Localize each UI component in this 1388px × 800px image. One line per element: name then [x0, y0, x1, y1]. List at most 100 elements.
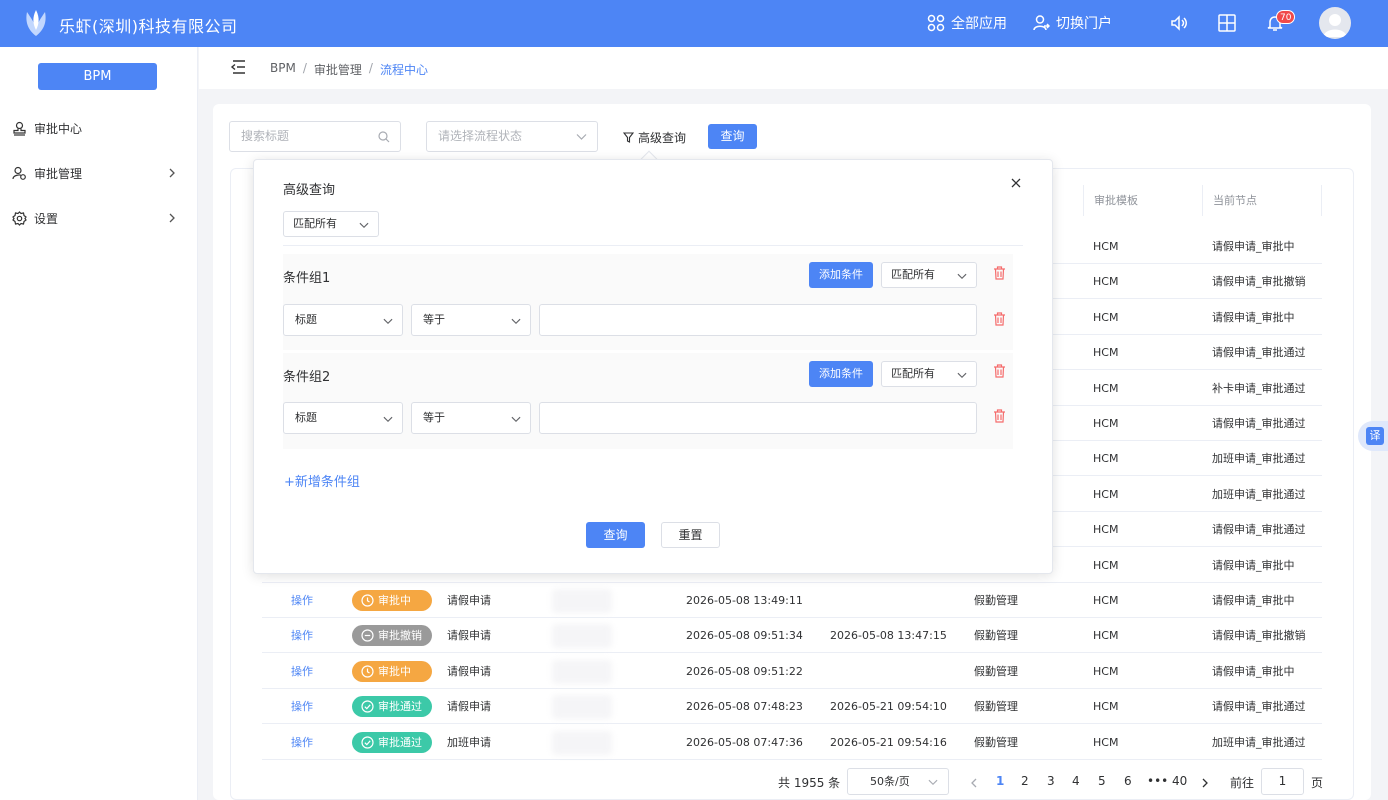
condition-group-title: 条件组2	[283, 370, 331, 385]
cell-node: 加班申请_审批通过	[1212, 487, 1306, 501]
minus-circle-icon	[361, 629, 374, 642]
cell-type: 请假申请	[447, 594, 491, 607]
blurred-initiator	[552, 624, 612, 649]
collapse-menu-icon[interactable]	[230, 59, 246, 75]
cell-template: HCM	[1093, 381, 1119, 395]
query-button[interactable]: 查询	[708, 124, 757, 149]
page-number[interactable]: 1	[996, 774, 1004, 788]
page-number[interactable]: 5	[1098, 774, 1106, 788]
cell-node: 请假申请_审批中	[1212, 558, 1295, 572]
breadcrumb-separator: /	[302, 61, 307, 75]
prev-page-icon[interactable]	[970, 778, 978, 788]
page-number[interactable]: 6	[1124, 774, 1132, 788]
add-condition-button[interactable]: 添加条件	[809, 361, 873, 387]
condition-value-input[interactable]	[539, 402, 977, 434]
sidebar-item-approval-management[interactable]: 审批管理	[0, 158, 198, 188]
popup-query-button[interactable]: 查询	[586, 522, 645, 548]
operate-link[interactable]: 操作	[291, 725, 313, 760]
sidebar-item-approval-center[interactable]: 审批中心	[0, 113, 198, 143]
check-circle-icon	[361, 700, 374, 713]
advanced-query-toggle[interactable]: 高级查询	[623, 129, 686, 146]
page-number[interactable]: 4	[1072, 774, 1080, 788]
user-gear-icon	[12, 166, 26, 180]
delete-condition-icon[interactable]	[993, 409, 1006, 423]
all-apps-button[interactable]: 全部应用	[927, 13, 1007, 33]
page-size-select[interactable]: 50条/页	[847, 768, 949, 795]
delete-group-icon[interactable]	[993, 364, 1006, 378]
condition-field-label: 标题	[295, 313, 317, 326]
status-select[interactable]: 请选择流程状态	[426, 121, 598, 152]
status-label: 审批通过	[378, 735, 422, 749]
clock-icon	[361, 665, 374, 678]
cell-end-time: 2026-05-08 13:47:15	[830, 629, 947, 643]
group-match-select[interactable]: 匹配所有	[881, 361, 977, 387]
cell-template: HCM	[1093, 735, 1119, 749]
global-match-select[interactable]: 匹配所有	[283, 211, 379, 237]
condition-operator-select[interactable]: 等于	[411, 402, 531, 434]
chevron-down-icon	[511, 318, 521, 325]
bpm-app-button[interactable]: BPM	[38, 63, 157, 90]
cell-template: HCM	[1093, 240, 1119, 253]
switch-portal-button[interactable]: 切换门户	[1032, 13, 1112, 33]
avatar[interactable]	[1319, 7, 1351, 39]
cell-template: HCM	[1093, 523, 1119, 537]
page-number[interactable]: 3	[1047, 774, 1055, 788]
cell-node: 请假申请_审批通过	[1212, 700, 1306, 714]
operate-link[interactable]: 操作	[291, 689, 313, 724]
group-match-select[interactable]: 匹配所有	[881, 262, 977, 288]
condition-value-input[interactable]	[539, 304, 977, 336]
status-select-placeholder: 请选择流程状态	[438, 129, 523, 143]
add-condition-group-link[interactable]: +新增条件组	[284, 471, 360, 490]
chevron-down-icon	[928, 779, 938, 786]
page-number[interactable]: •••	[1147, 774, 1168, 788]
operate-link[interactable]: 操作	[291, 654, 313, 689]
volume-icon[interactable]	[1170, 14, 1188, 32]
cell-category: 假勤管理	[974, 664, 1018, 678]
add-condition-button[interactable]: 添加条件	[809, 262, 873, 288]
layout-icon[interactable]	[1218, 14, 1236, 32]
operate-link[interactable]: 操作	[291, 618, 313, 653]
condition-field-select[interactable]: 标题	[283, 304, 403, 336]
divider	[283, 245, 1023, 246]
cell-end-time: 2026-05-21 09:54:10	[830, 700, 947, 714]
chevron-down-icon	[383, 416, 393, 423]
chevron-right-icon	[169, 168, 175, 178]
operate-link[interactable]: 操作	[291, 583, 313, 618]
delete-group-icon[interactable]	[993, 266, 1006, 280]
page-number[interactable]: 2	[1021, 774, 1029, 788]
page-size-label: 50条/页	[870, 775, 910, 788]
cell-category: 假勤管理	[974, 629, 1018, 643]
chevron-down-icon	[359, 222, 369, 229]
delete-condition-icon[interactable]	[993, 312, 1006, 326]
cell-start-time: 2026-05-08 13:49:11	[686, 594, 803, 607]
status-label: 审批中	[378, 664, 411, 678]
popup-reset-button[interactable]: 重置	[661, 522, 720, 548]
cell-type: 加班申请	[447, 735, 491, 749]
cell-node: 请假申请_审批中	[1212, 664, 1295, 678]
breadcrumb-item[interactable]: BPM	[270, 61, 296, 78]
page-number[interactable]: 40	[1172, 774, 1187, 788]
cell-node: 加班申请_审批通过	[1212, 452, 1306, 466]
notification-button[interactable]: 70	[1266, 10, 1296, 32]
blurred-initiator	[552, 589, 612, 613]
clock-icon	[361, 594, 374, 607]
cell-start-time: 2026-05-08 07:48:23	[686, 700, 803, 714]
condition-operator-select[interactable]: 等于	[411, 304, 531, 336]
next-page-icon[interactable]	[1201, 778, 1209, 788]
breadcrumb-bar: BPM / 审批管理 / 流程中心	[199, 47, 1388, 89]
breadcrumb-item[interactable]: 审批管理	[314, 61, 362, 78]
cell-template: HCM	[1093, 629, 1119, 643]
search-title-input[interactable]: 搜索标题	[229, 121, 401, 152]
advanced-query-title: 高级查询	[283, 183, 336, 198]
condition-field-label: 标题	[295, 411, 317, 424]
translate-widget[interactable]: 译	[1358, 421, 1388, 451]
condition-operator-label: 等于	[423, 313, 445, 326]
approve-stamp-icon	[13, 121, 26, 136]
close-icon[interactable]	[1011, 178, 1021, 188]
goto-suffix: 页	[1311, 776, 1324, 790]
cell-category: 假勤管理	[974, 735, 1018, 749]
cell-node: 请假申请_审批撤销	[1212, 629, 1306, 643]
goto-page-input[interactable]: 1	[1261, 768, 1304, 795]
sidebar-item-settings[interactable]: 设置	[0, 203, 198, 233]
condition-field-select[interactable]: 标题	[283, 402, 403, 434]
